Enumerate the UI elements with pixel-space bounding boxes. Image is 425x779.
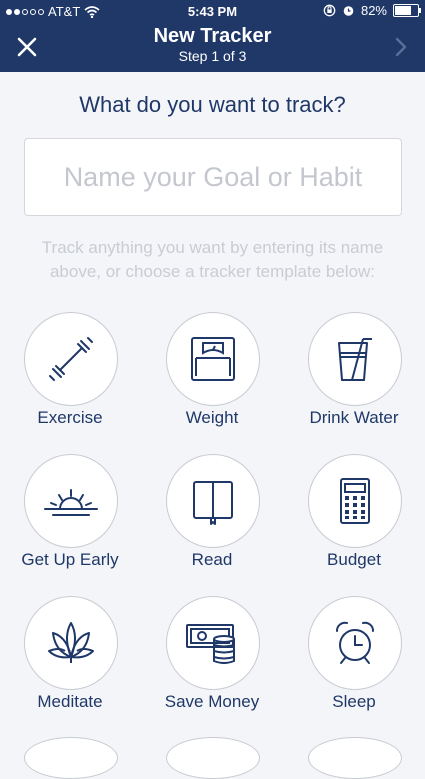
template-circle[interactable]	[166, 596, 260, 690]
template-drink-water[interactable]: Drink Water	[290, 312, 420, 442]
template-circle[interactable]	[24, 454, 118, 548]
template-label: Exercise	[37, 408, 103, 427]
step-indicator: Step 1 of 3	[178, 48, 247, 64]
template-circle[interactable]	[308, 312, 402, 406]
money-icon	[186, 624, 235, 664]
rotation-lock-icon	[323, 4, 336, 17]
dumbbell-icon	[49, 337, 93, 381]
template-label: Meditate	[37, 692, 103, 711]
template-circle[interactable]	[308, 454, 402, 548]
template-label: Sleep	[332, 692, 376, 711]
template-label: Drink Water	[309, 408, 399, 427]
template-meditate[interactable]: Meditate	[6, 596, 136, 726]
template-circle-partial[interactable]	[166, 737, 260, 779]
battery-icon	[393, 4, 421, 17]
sunrise-icon	[44, 489, 98, 516]
alarm-status-icon	[343, 6, 354, 16]
tracker-name-input[interactable]	[24, 138, 402, 216]
template-label: Read	[191, 550, 233, 569]
template-circle[interactable]	[24, 312, 118, 406]
header-titles: New Tracker Step 1 of 3	[0, 24, 425, 64]
nav-header: AT&T 5:43 PM 82% New Tracker Step 1 of 3	[0, 0, 425, 72]
template-label: Get Up Early	[21, 550, 119, 569]
template-label: Save Money	[164, 692, 260, 711]
template-exercise[interactable]: Exercise	[6, 312, 136, 442]
hint-text: Track anything you want by entering its …	[41, 238, 384, 281]
calculator-icon	[340, 478, 370, 524]
status-right: 82%	[323, 3, 421, 18]
chevron-right-icon[interactable]	[393, 36, 409, 58]
page-title: New Tracker	[153, 25, 272, 47]
template-read[interactable]: Read	[148, 454, 278, 584]
template-sleep[interactable]: Sleep	[290, 596, 420, 726]
status-bar: AT&T 5:43 PM 82%	[0, 0, 425, 24]
book-icon	[193, 481, 233, 525]
template-get-up-early[interactable]: Get Up Early	[6, 454, 136, 584]
template-circle[interactable]	[166, 454, 260, 548]
template-circle[interactable]	[308, 596, 402, 690]
water-glass-icon	[338, 338, 372, 381]
template-circle[interactable]	[24, 596, 118, 690]
template-save-money[interactable]: Save Money	[148, 596, 278, 726]
template-label: Budget	[327, 550, 381, 569]
template-label: Weight	[185, 408, 239, 427]
template-budget[interactable]: Budget	[290, 454, 420, 584]
template-circle-partial[interactable]	[24, 737, 118, 779]
template-circle-partial[interactable]	[308, 737, 402, 779]
scale-icon	[191, 337, 235, 381]
lotus-icon	[48, 622, 94, 663]
alarm-clock-icon	[336, 621, 374, 664]
battery-percent: 82%	[360, 3, 387, 18]
template-circle[interactable]	[166, 312, 260, 406]
template-weight[interactable]: Weight	[148, 312, 278, 442]
question-heading: What do you want to track?	[79, 92, 346, 117]
